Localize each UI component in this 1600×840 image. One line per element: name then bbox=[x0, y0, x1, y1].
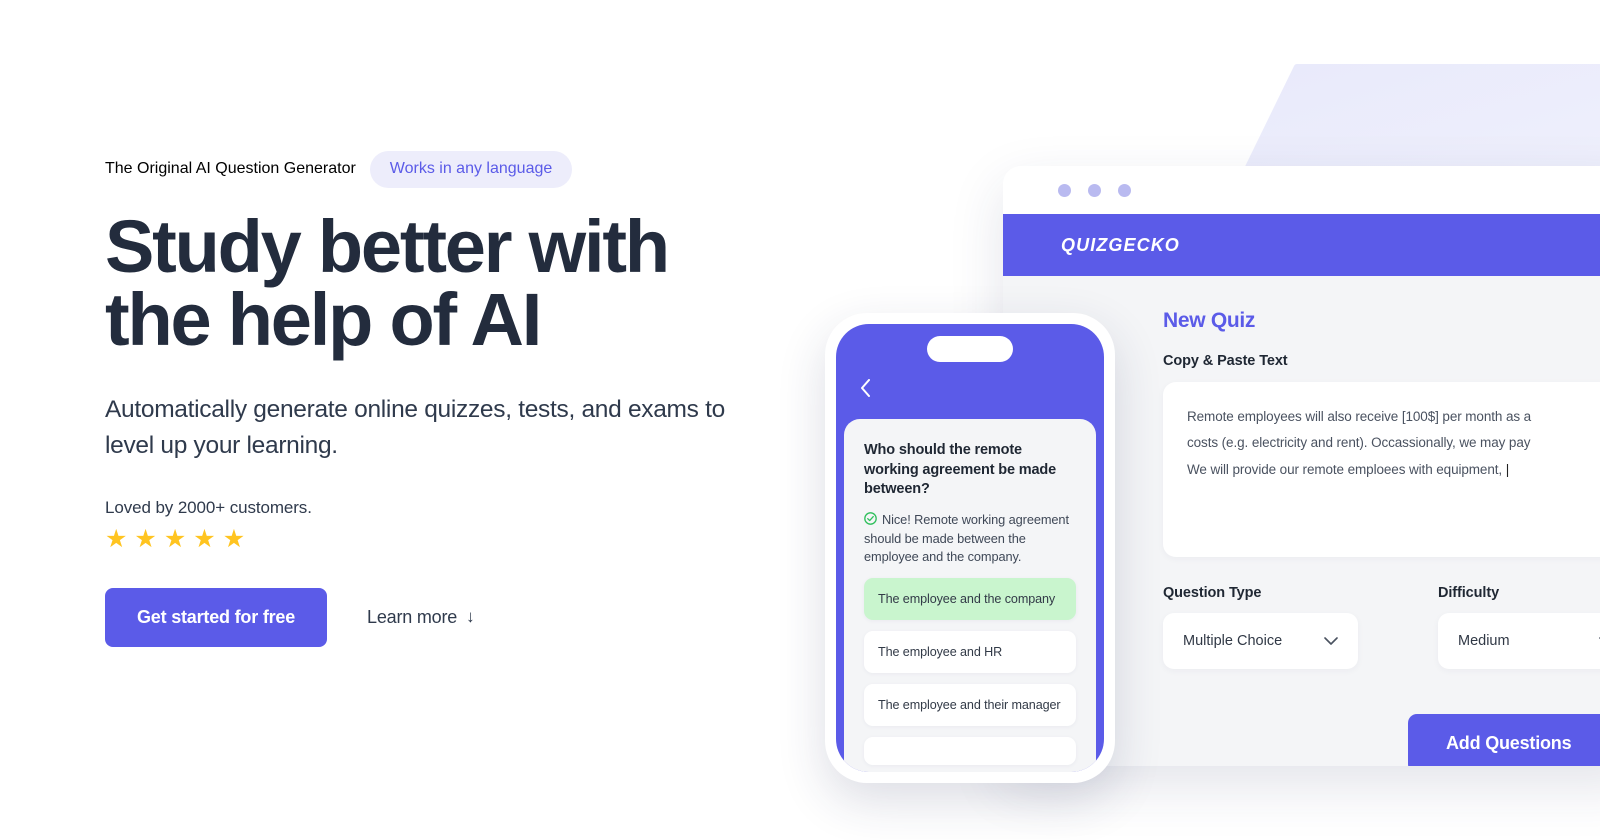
add-questions-button[interactable]: Add Questions bbox=[1408, 714, 1600, 766]
eyebrow-row: The Original AI Question Generator Works… bbox=[105, 150, 765, 188]
star-icon: ★ bbox=[163, 524, 187, 553]
headline-line-1: Study better with bbox=[105, 205, 670, 288]
arrow-down-icon: ↓ bbox=[466, 607, 475, 626]
phone-mockup: Who should the remote working agreement … bbox=[825, 313, 1115, 783]
add-question-row: Add Questions bbox=[1163, 714, 1600, 766]
social-proof-text: Loved by 2000+ customers. bbox=[105, 497, 312, 517]
quizgecko-logo: QUIZGECKO bbox=[1061, 234, 1180, 255]
question-type-control: Question Type Multiple Choice bbox=[1163, 585, 1358, 669]
pasted-line-with-caret: We will provide our remote emploees with… bbox=[1187, 457, 1600, 483]
star-icon: ★ bbox=[193, 524, 216, 553]
app-topbar: QUIZGECKO bbox=[1003, 214, 1600, 276]
difficulty-select[interactable]: Medium bbox=[1438, 613, 1600, 669]
question-type-select[interactable]: Multiple Choice bbox=[1163, 613, 1358, 669]
quiz-option[interactable]: The employee and HR bbox=[864, 630, 1076, 673]
language-badge: Works in any language bbox=[369, 150, 573, 188]
get-started-button[interactable]: Get started for free bbox=[105, 587, 328, 647]
page-title: Study better with the help of AI bbox=[105, 210, 765, 357]
quiz-question: Who should the remote working agreement … bbox=[864, 442, 1057, 498]
phone-notch bbox=[927, 336, 1013, 362]
star-icon: ★ bbox=[222, 524, 246, 553]
quiz-card: Who should the remote working agreement … bbox=[844, 419, 1096, 772]
new-quiz-heading: New Quiz bbox=[1163, 309, 1256, 332]
hero-section: The Original AI Question Generator Works… bbox=[105, 150, 765, 647]
difficulty-label: Difficulty bbox=[1438, 585, 1500, 601]
chevron-down-icon bbox=[1324, 636, 1338, 645]
quiz-option-partial[interactable] bbox=[864, 736, 1076, 765]
star-icon: ★ bbox=[105, 524, 128, 553]
window-dot-icon[interactable] bbox=[1058, 183, 1071, 197]
window-dot-icon[interactable] bbox=[1088, 183, 1101, 197]
question-type-value: Multiple Choice bbox=[1183, 633, 1283, 649]
text-caret: | bbox=[1505, 461, 1510, 477]
hero-subtitle: Automatically generate online quizzes, t… bbox=[105, 395, 725, 459]
quiz-feedback: Nice! Remote working agreement should be… bbox=[864, 511, 1076, 567]
window-dot-icon[interactable] bbox=[1118, 183, 1131, 197]
quiz-option[interactable]: The employee and their manager bbox=[864, 683, 1076, 726]
star-icon: ★ bbox=[134, 524, 157, 553]
quiz-feedback-text: Nice! Remote working agreement should be… bbox=[864, 512, 1069, 565]
phone-screen: Who should the remote working agreement … bbox=[836, 324, 1104, 772]
pasted-line: Remote employees will also receive [100$… bbox=[1187, 409, 1532, 424]
pasted-line-text: We will provide our remote emploees with… bbox=[1187, 461, 1503, 477]
landing-page: The Original AI Question Generator Works… bbox=[0, 0, 1600, 840]
browser-titlebar bbox=[1003, 166, 1600, 214]
difficulty-control: Difficulty Medium bbox=[1438, 585, 1600, 669]
learn-more-link[interactable]: Learn more ↓ bbox=[367, 606, 475, 628]
difficulty-value: Medium bbox=[1458, 633, 1510, 649]
quiz-option-correct[interactable]: The employee and the company bbox=[864, 577, 1076, 620]
paste-text-label: Copy & Paste Text bbox=[1163, 353, 1288, 369]
cta-row: Get started for free Learn more ↓ bbox=[105, 587, 765, 647]
paste-text-input[interactable]: Remote employees will also receive [100$… bbox=[1163, 382, 1600, 557]
star-rating: ★ ★ ★ ★ ★ bbox=[105, 524, 765, 553]
question-type-label: Question Type bbox=[1163, 585, 1262, 601]
pasted-line: costs (e.g. electricity and rent). Occas… bbox=[1187, 435, 1531, 451]
quiz-controls: Question Type Multiple Choice Difficulty… bbox=[1163, 585, 1600, 669]
chevron-left-icon[interactable] bbox=[860, 379, 871, 397]
eyebrow-text: The Original AI Question Generator bbox=[105, 160, 356, 177]
headline-line-2: the help of AI bbox=[105, 278, 542, 362]
check-circle-icon bbox=[864, 512, 877, 525]
learn-more-label: Learn more bbox=[367, 606, 458, 627]
